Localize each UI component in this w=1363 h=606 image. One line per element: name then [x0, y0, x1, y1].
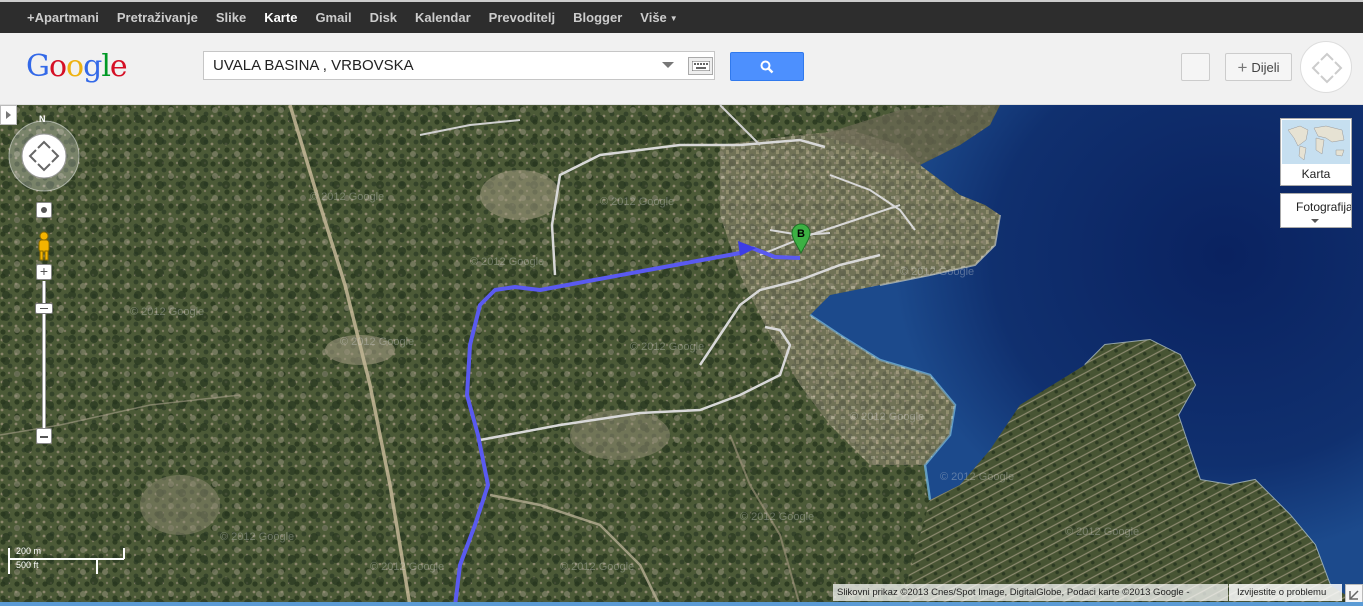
google-logo[interactable]: Google: [26, 49, 128, 84]
map-watermark: © 2012 Google: [370, 561, 444, 573]
world-map-thumbnail: [1282, 120, 1350, 164]
nav-gmail[interactable]: Gmail: [306, 10, 360, 25]
window-bottom-edge: [0, 602, 1363, 606]
nav-more-label: Više: [640, 10, 667, 25]
rotate-view-button[interactable]: [36, 202, 52, 218]
scale-bar: 200 m 500 ft: [8, 546, 128, 576]
nav-prevoditelj[interactable]: Prevoditelj: [480, 10, 564, 25]
nav-kalendar[interactable]: Kalendar: [406, 10, 480, 25]
scale-imperial-label: 500 ft: [16, 560, 39, 570]
zoom-in-button[interactable]: +: [36, 264, 52, 280]
nav-more-menu[interactable]: Više ▼: [631, 10, 686, 25]
satellite-imagery[interactable]: © 2012 Google © 2012 Google © 2012 Googl…: [0, 105, 1363, 606]
search-header: Google +Dijeli: [0, 33, 1363, 105]
map-watermark: © 2012 Google: [600, 196, 674, 208]
zoom-out-button[interactable]: [36, 428, 52, 444]
map-watermark: © 2012 Google: [560, 561, 634, 573]
zoom-slider-thumb[interactable]: [35, 303, 53, 314]
chevron-down-icon: ▼: [669, 14, 678, 24]
map-canvas[interactable]: © 2012 Google © 2012 Google © 2012 Googl…: [0, 105, 1363, 606]
streetview-pan-control[interactable]: [1300, 41, 1352, 93]
map-type-karta-button[interactable]: Karta: [1280, 118, 1352, 186]
map-watermark: © 2012 Google: [900, 266, 974, 278]
search-button[interactable]: [730, 52, 804, 81]
marker-label: B: [797, 228, 805, 240]
nav-disk[interactable]: Disk: [361, 10, 406, 25]
share-label: Dijeli: [1251, 59, 1280, 75]
nav-blogger[interactable]: Blogger: [564, 10, 631, 25]
nav-slike[interactable]: Slike: [207, 10, 255, 25]
plus-icon: +: [1237, 57, 1248, 77]
map-watermark: © 2012 Google: [470, 256, 544, 268]
map-watermark: © 2012 Google: [1065, 526, 1139, 538]
chevron-down-icon: [1311, 219, 1319, 223]
nav-apartmani[interactable]: +Apartmani: [18, 10, 108, 25]
map-watermark: © 2012 Google: [630, 341, 704, 353]
search-box: [203, 51, 715, 80]
map-type-foto-label: Fotografija: [1296, 200, 1352, 214]
search-input[interactable]: [204, 52, 654, 79]
map-type-foto-button[interactable]: Fotografija: [1280, 193, 1352, 228]
keyboard-icon[interactable]: [688, 57, 713, 75]
print-button[interactable]: [1181, 53, 1210, 81]
map-watermark: © 2012 Google: [220, 531, 294, 543]
search-history-dropdown-icon[interactable]: [662, 62, 674, 68]
nav-pretrazivanje[interactable]: Pretraživanje: [108, 10, 207, 25]
map-watermark: © 2012 Google: [310, 191, 384, 203]
top-nav-bar: +Apartmani Pretraživanje Slike Karte Gma…: [0, 0, 1363, 33]
search-icon: [760, 60, 774, 74]
pegman-icon[interactable]: [35, 231, 53, 261]
map-watermark: © 2012 Google: [850, 411, 924, 423]
map-watermark: © 2012 Google: [340, 336, 414, 348]
share-button[interactable]: + Dijeli: [1225, 53, 1292, 81]
map-watermark: © 2012 Google: [130, 306, 204, 318]
scale-metric-label: 200 m: [16, 546, 42, 556]
top-nav: +Apartmani Pretraživanje Slike Karte Gma…: [0, 2, 1363, 33]
map-watermark: © 2012 Google: [940, 471, 1014, 483]
report-problem-link[interactable]: Izvijestite o problemu: [1229, 584, 1342, 601]
nav-karte[interactable]: Karte: [255, 10, 306, 25]
pan-control[interactable]: [7, 119, 81, 193]
map-type-karta-label: Karta: [1301, 167, 1331, 181]
map-watermark: © 2012 Google: [740, 511, 814, 523]
copyright-text: Slikovni prikaz ©2013 Cnes/Spot Image, D…: [833, 584, 1228, 601]
compass-north-label: N: [39, 114, 46, 124]
